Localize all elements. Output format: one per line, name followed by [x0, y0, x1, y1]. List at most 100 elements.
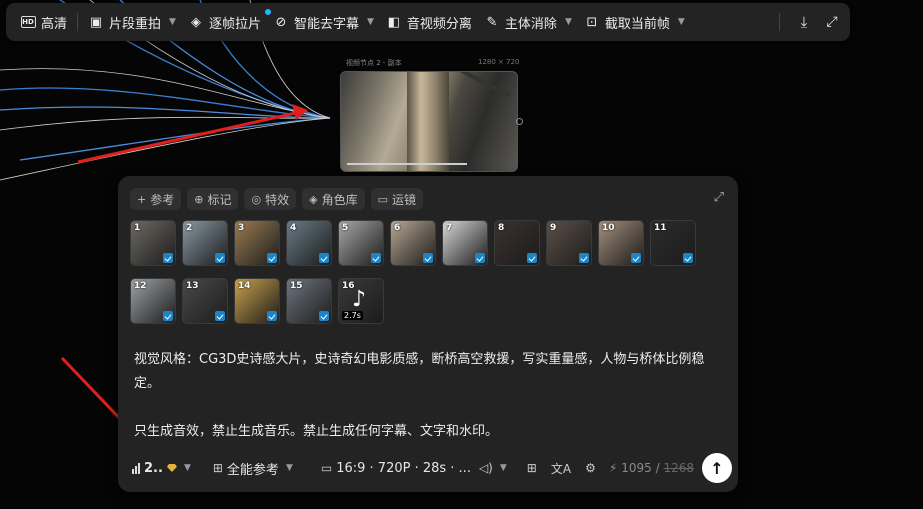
video-icon: ▣	[89, 14, 103, 30]
model-label: 2..	[144, 460, 163, 476]
segment-reshoot-label: 片段重拍	[109, 16, 162, 32]
chip-mark[interactable]: ⊕ 标记	[187, 188, 239, 210]
verified-shield-icon	[527, 253, 537, 263]
thumbnail-number: 7	[446, 223, 453, 233]
thumbnail-number: 4	[290, 223, 297, 233]
reference-mode-icon: ⊞	[212, 461, 223, 475]
audio-split-button[interactable]: ◧ 音视频分离	[380, 7, 478, 37]
frame-by-frame-button[interactable]: ◈ 逐帧拉片	[182, 7, 271, 37]
hd-icon: HD	[20, 16, 36, 28]
remove-subtitles-label: 智能去字幕	[293, 16, 359, 32]
mode-selector[interactable]: ⊞ 全能参考 ▼	[213, 459, 293, 478]
verified-shield-icon	[475, 253, 485, 263]
bottom-bar: 2.. ▼ ⊞ 全能参考 ▼ ▭ 16:9 · 720P · 28s · ...…	[132, 453, 732, 483]
reference-thumbnail[interactable]: 7	[442, 220, 488, 266]
edit-icon: ✎	[486, 14, 498, 30]
chevron-down-icon: ▼	[169, 17, 176, 27]
reference-thumbnail[interactable]: 13	[182, 278, 228, 324]
fullscreen-icon[interactable]: ⤢	[824, 14, 840, 30]
chip-camera-movement[interactable]: ▭ 运镜	[370, 188, 423, 210]
capture-frame-button[interactable]: ⊡ 截取当前帧 ▼	[578, 7, 691, 37]
reference-thumbnail[interactable]: 1	[130, 220, 176, 266]
chevron-down-icon: ▼	[499, 463, 507, 473]
hd-button[interactable]: HD 高清	[14, 7, 73, 37]
chip-label: 参考	[150, 192, 175, 207]
chip-character-library[interactable]: ◈ 角色库	[302, 188, 365, 210]
chip-label: 特效	[265, 192, 290, 207]
chip-label: 运镜	[391, 192, 416, 207]
reference-thumbnail[interactable]: 2	[182, 220, 228, 266]
toolbar-divider	[77, 13, 79, 31]
speaker-icon: ◁)	[478, 461, 493, 475]
arrow-up-icon: ↑	[710, 458, 724, 478]
frames-icon: ◈	[190, 14, 201, 30]
verified-shield-icon	[215, 311, 225, 321]
playback-progress[interactable]	[347, 163, 467, 165]
verified-shield-icon	[423, 253, 433, 263]
reference-thumbnail[interactable]: 8	[494, 220, 540, 266]
settings-label: 16:9 · 720P · 28s · ...	[336, 460, 471, 476]
preview-image-chain	[455, 72, 511, 98]
settings-sliders-icon[interactable]: ⚙	[585, 461, 596, 475]
chip-effects[interactable]: ◎ 特效	[244, 188, 297, 210]
chip-row: + 参考 ⊕ 标记 ◎ 特效 ◈ 角色库 ▭ 运镜	[130, 188, 423, 210]
token-max: 1268	[663, 461, 694, 475]
plus-icon: +	[137, 192, 147, 206]
thumbnail-number: 9	[550, 223, 557, 233]
verified-shield-icon	[683, 253, 693, 263]
mark-icon: ⊕	[194, 192, 204, 206]
reference-thumbnail[interactable]: 9	[546, 220, 592, 266]
camera-icon: ◎	[251, 192, 262, 206]
reference-thumbnail[interactable]: 14	[234, 278, 280, 324]
segment-reshoot-button[interactable]: ▣ 片段重拍 ▼	[82, 7, 182, 37]
audio-selector[interactable]: ◁) ▼	[479, 461, 507, 475]
thumbnail-number: 14	[238, 281, 251, 291]
subject-removal-button[interactable]: ✎ 主体消除 ▼	[478, 7, 578, 37]
verified-shield-icon	[631, 253, 641, 263]
video-node-preview[interactable]	[340, 71, 518, 172]
model-selector[interactable]: 2.. ▼	[132, 461, 191, 476]
chevron-down-icon: ▼	[366, 17, 374, 27]
thumbnail-number: 3	[238, 223, 245, 233]
subtitle-off-icon: ⊘	[275, 14, 287, 30]
thumbnail-number: 2	[186, 223, 193, 233]
chevron-down-icon: ▼	[564, 17, 572, 27]
add-text-icon[interactable]: ⊞	[527, 461, 537, 475]
prompt-line: 只生成音效，禁止生成音乐。禁止生成任何字幕、文字和水印。	[134, 424, 499, 439]
verified-shield-icon	[163, 311, 173, 321]
frame-by-frame-label: 逐帧拉片	[208, 16, 261, 32]
reference-thumbnail[interactable]: 6	[390, 220, 436, 266]
verified-shield-icon	[319, 311, 329, 321]
bolt-icon: ⚡	[608, 461, 618, 475]
new-badge	[264, 9, 271, 15]
expand-icon[interactable]: ⤢	[714, 190, 724, 205]
toolbar-right-actions: ⤓ ⤢	[775, 3, 840, 41]
reference-thumbnail[interactable]: 15	[286, 278, 332, 324]
reference-thumbnail[interactable]: 5	[338, 220, 384, 266]
aspect-ratio-icon: ▭	[320, 461, 333, 475]
video-settings-selector[interactable]: ▭ 16:9 · 720P · 28s · ...	[321, 461, 471, 476]
reference-thumbnail[interactable]: 4	[286, 220, 332, 266]
send-button[interactable]: ↑	[702, 453, 732, 483]
reference-thumbnail[interactable]: 3	[234, 220, 280, 266]
capture-icon: ⊡	[586, 14, 598, 30]
node-connector-handle[interactable]	[516, 118, 523, 125]
chip-reference[interactable]: + 参考	[130, 188, 182, 210]
prompt-line: 视觉风格：CG3D史诗感大片，史诗奇幻电影质感，断桥高空救援，写实重量感，人物与…	[134, 352, 705, 391]
reference-thumbnail[interactable]: 16 ♪ 2.7s	[338, 278, 384, 324]
thumbnail-number: 6	[394, 223, 401, 233]
reference-thumbnail[interactable]: 11	[650, 220, 696, 266]
chip-label: 标记	[207, 192, 232, 207]
top-toolbar: HD 高清 ▣ 片段重拍 ▼ ◈ 逐帧拉片 ⊘ 智能去字幕 ▼ ◧ 音视频分离 …	[6, 3, 850, 41]
capture-frame-label: 截取当前帧	[604, 16, 670, 32]
download-icon[interactable]: ⤓	[796, 13, 812, 31]
verified-shield-icon	[163, 253, 173, 263]
reference-thumbnail[interactable]: 12	[130, 278, 176, 324]
translate-icon[interactable]: 文A	[551, 460, 571, 477]
token-count: 1095	[621, 461, 652, 475]
remove-subtitles-button[interactable]: ⊘ 智能去字幕 ▼	[267, 7, 380, 37]
hd-label: 高清	[41, 16, 68, 32]
reference-thumbnail[interactable]: 10	[598, 220, 644, 266]
prompt-text[interactable]: 视觉风格：CG3D史诗感大片，史诗奇幻电影质感，断桥高空救援，写实重量感，人物与…	[134, 348, 724, 444]
thumbnail-number: 8	[498, 223, 505, 233]
